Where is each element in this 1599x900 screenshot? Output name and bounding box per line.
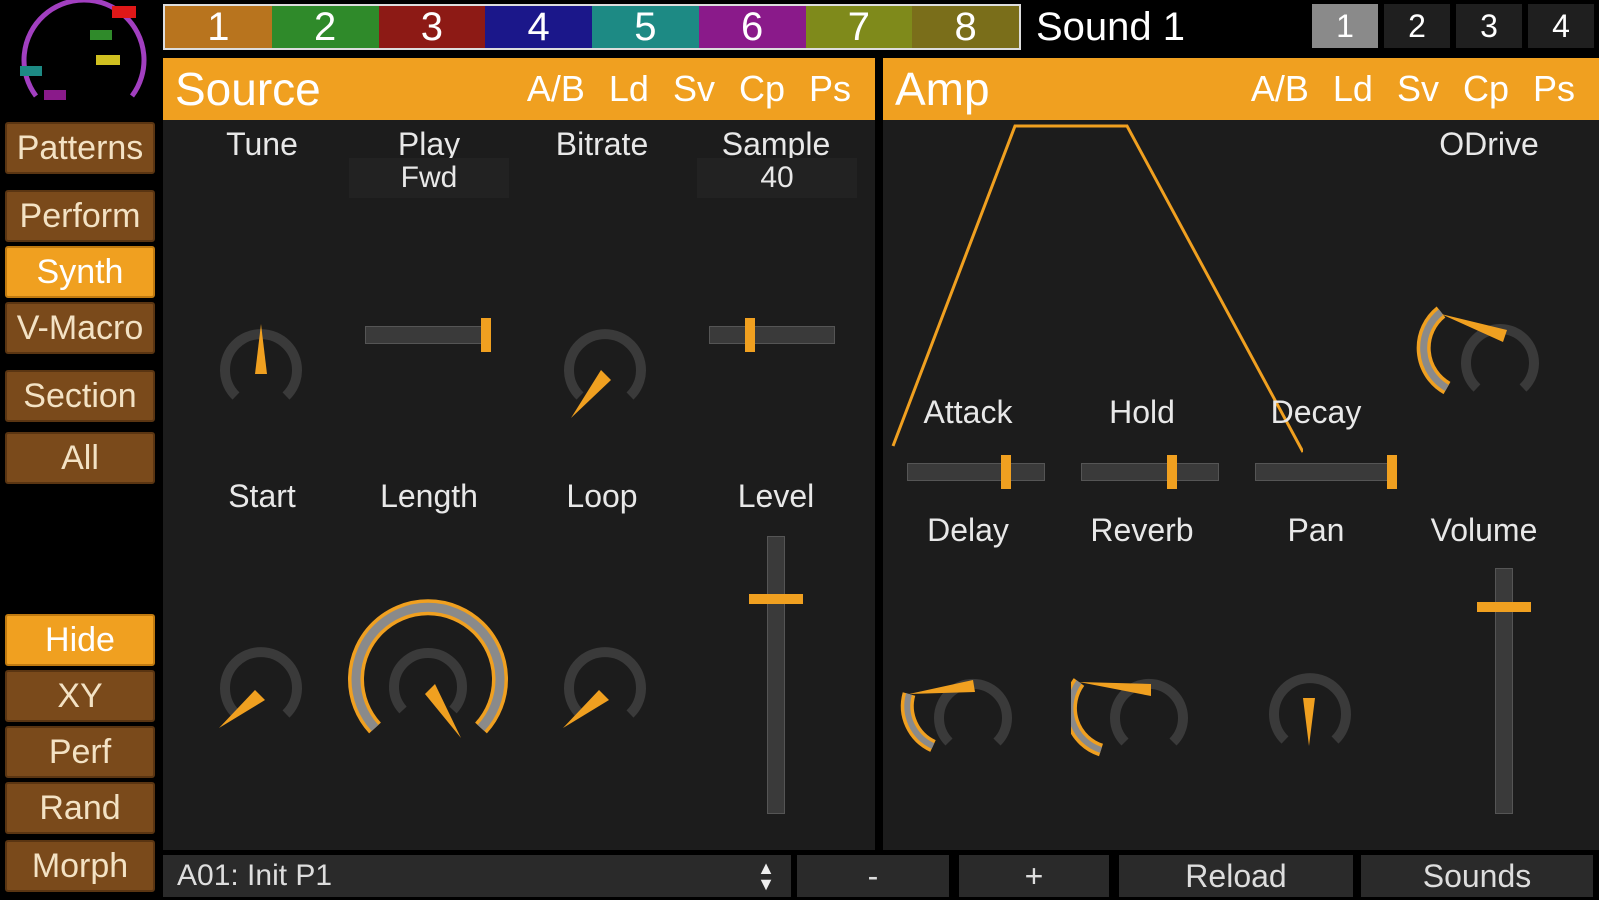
attack-slider-thumb[interactable] (1001, 455, 1011, 489)
start-knob[interactable] (211, 636, 311, 736)
amp-save-button[interactable]: Sv (1397, 68, 1439, 110)
level-slider-thumb[interactable] (749, 594, 803, 604)
decay-slider[interactable] (1255, 463, 1393, 481)
sound-selector-3[interactable]: 3 (1456, 4, 1522, 48)
tune-label: Tune (226, 126, 298, 162)
loop-knob[interactable] (555, 636, 655, 736)
nav-synth-button[interactable]: Synth (5, 246, 155, 298)
nav-perf-button[interactable]: Perf (5, 726, 155, 778)
sounds-button[interactable]: Sounds (1361, 855, 1593, 897)
tune-knob[interactable] (211, 318, 311, 418)
length-label: Length (380, 478, 478, 514)
preset-name: A01: Init P1 (177, 859, 333, 892)
loop-label: Loop (566, 478, 638, 514)
reload-button[interactable]: Reload (1119, 855, 1353, 897)
track-1-button[interactable]: 1 (165, 5, 272, 49)
source-panel: Source A/B Ld Sv Cp Ps Tune Play Fwd Bit… (163, 58, 875, 850)
sound-selector-4[interactable]: 4 (1528, 4, 1594, 48)
track-4-button[interactable]: 4 (485, 5, 592, 49)
amp-copy-button[interactable]: Cp (1463, 68, 1509, 110)
play-slider[interactable] (365, 326, 491, 344)
preset-selector[interactable]: A01: Init P1 ▲ ▼ (163, 855, 791, 897)
track-8-button[interactable]: 8 (912, 5, 1019, 49)
source-copy-button[interactable]: Cp (739, 68, 785, 110)
volume-label: Volume (1430, 512, 1538, 548)
sample-slider[interactable] (709, 326, 835, 344)
odrive-knob[interactable] (1415, 288, 1555, 418)
pan-knob[interactable] (1255, 648, 1365, 758)
sound-selector-1[interactable]: 1 (1312, 4, 1378, 48)
hold-slider-thumb[interactable] (1167, 455, 1177, 489)
sample-value[interactable]: 40 (697, 158, 857, 198)
amp-title: Amp (895, 63, 990, 115)
track-2-button[interactable]: 2 (271, 5, 379, 49)
source-header: Source A/B Ld Sv Cp Ps (163, 58, 875, 120)
nav-section-button[interactable]: Section (5, 370, 155, 422)
play-slider-thumb[interactable] (481, 318, 491, 352)
delay-label: Delay (927, 512, 1009, 548)
source-title: Source (175, 63, 321, 115)
sound-title: Sound 1 (1036, 4, 1186, 49)
source-save-button[interactable]: Sv (673, 68, 715, 110)
source-load-button[interactable]: Ld (609, 68, 649, 110)
decay-label: Decay (1270, 394, 1362, 430)
decay-slider-thumb[interactable] (1387, 455, 1397, 489)
nav-all-button[interactable]: All (5, 432, 155, 484)
amp-paste-button[interactable]: Ps (1533, 68, 1575, 110)
preset-minus-button[interactable]: - (797, 855, 949, 897)
length-knob[interactable] (343, 598, 513, 768)
amp-ab-button[interactable]: A/B (1251, 68, 1309, 110)
attack-slider[interactable] (907, 463, 1045, 481)
track-5-button[interactable]: 5 (592, 5, 699, 49)
start-label: Start (228, 478, 296, 514)
preset-stepper-icon[interactable]: ▲ ▼ (757, 859, 775, 893)
level-meter (8, 0, 158, 118)
level-label: Level (737, 478, 815, 514)
level-slider[interactable] (767, 536, 785, 814)
source-paste-button[interactable]: Ps (809, 68, 851, 110)
track-6-button[interactable]: 6 (698, 5, 806, 49)
nav-vmacro-button[interactable]: V-Macro (5, 302, 155, 354)
amp-panel: Amp A/B Ld Sv Cp Ps ODrive Attack Hold D… (883, 58, 1599, 850)
bitrate-label: Bitrate (555, 126, 649, 162)
hold-slider[interactable] (1081, 463, 1219, 481)
amp-load-button[interactable]: Ld (1333, 68, 1373, 110)
source-ab-button[interactable]: A/B (527, 68, 585, 110)
hold-label: Hold (1109, 394, 1175, 430)
preset-plus-button[interactable]: + (959, 855, 1109, 897)
delay-knob[interactable] (897, 650, 1027, 770)
nav-rand-button[interactable]: Rand (5, 782, 155, 834)
track-3-button[interactable]: 3 (378, 5, 486, 49)
nav-perform-button[interactable]: Perform (5, 190, 155, 242)
nav-hide-button[interactable]: Hide (5, 614, 155, 666)
volume-slider-thumb[interactable] (1477, 602, 1531, 612)
pan-label: Pan (1287, 512, 1345, 548)
nav-morph-button[interactable]: Morph (5, 840, 155, 892)
play-value[interactable]: Fwd (349, 158, 509, 198)
nav-patterns-button[interactable]: Patterns (5, 122, 155, 174)
track-7-button[interactable]: 7 (805, 5, 913, 49)
odrive-label: ODrive (1439, 126, 1539, 162)
nav-xy-button[interactable]: XY (5, 670, 155, 722)
sample-slider-thumb[interactable] (745, 318, 755, 352)
reverb-knob[interactable] (1071, 650, 1201, 770)
sound-selector-2[interactable]: 2 (1384, 4, 1450, 48)
reverb-label: Reverb (1090, 512, 1194, 548)
track-selector: 1 2 3 4 5 6 7 8 (163, 4, 1021, 50)
amp-header: Amp A/B Ld Sv Cp Ps (883, 58, 1599, 120)
bitrate-knob[interactable] (555, 318, 655, 418)
attack-label: Attack (923, 394, 1013, 430)
